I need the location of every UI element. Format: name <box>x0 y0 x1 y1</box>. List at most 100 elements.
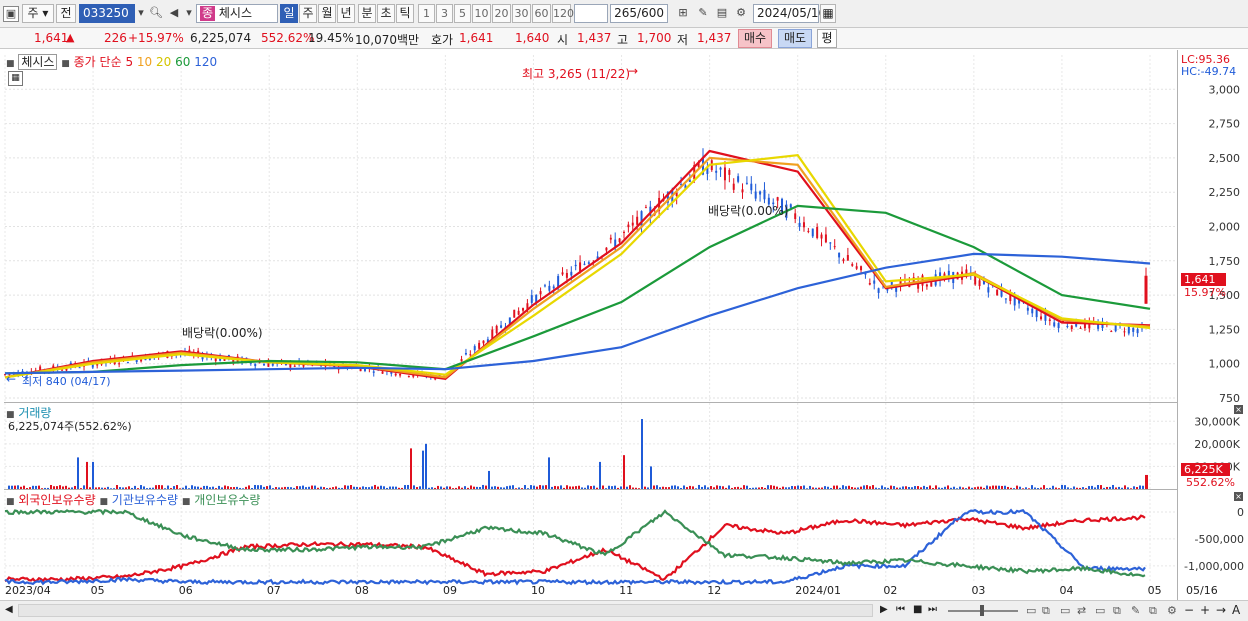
x-axis-label: 2024/01 <box>795 584 841 597</box>
interval-60[interactable]: 60 <box>532 4 551 23</box>
period-day[interactable]: 일 <box>280 4 298 23</box>
candle-body <box>750 183 753 191</box>
layout-icon-1[interactable]: ▭ <box>1026 604 1036 617</box>
dropdown-arrow-icon[interactable]: ▾ <box>134 6 148 20</box>
search-icon[interactable]: 🔍︎ <box>149 6 163 20</box>
period-second[interactable]: 초 <box>377 4 395 23</box>
stock-code-input[interactable]: 033250 <box>79 4 135 23</box>
zoom-slider-thumb[interactable] <box>980 605 984 616</box>
interval-120[interactable]: 120 <box>552 4 574 23</box>
period-tick[interactable]: 틱 <box>396 4 414 23</box>
stop-icon[interactable]: ■ <box>913 604 922 615</box>
layout-icon-3[interactable]: ▭ <box>1060 604 1070 617</box>
volume-panel <box>8 419 1148 489</box>
fast-forward-icon[interactable]: ⏭ <box>928 604 937 615</box>
close-panel-icon[interactable]: × <box>1234 405 1243 414</box>
volume-panel-divider[interactable] <box>4 402 1177 403</box>
close-panel-icon-2[interactable]: × <box>1234 492 1243 501</box>
count-field[interactable]: 265/600 <box>610 4 668 23</box>
candle-body <box>473 346 476 351</box>
zoom-in-icon[interactable]: + <box>1200 603 1210 617</box>
volume-bar <box>650 466 652 489</box>
stock-badge: 종 <box>200 6 216 21</box>
period-week[interactable]: 주 <box>299 4 317 23</box>
indicator-icon[interactable]: ⧉ <box>1113 604 1121 618</box>
candle-body <box>543 285 546 287</box>
custom-interval-input[interactable] <box>574 4 608 23</box>
ma120-label: 120 <box>194 55 218 69</box>
ma-line-20 <box>4 154 1151 379</box>
volume-bar <box>425 443 427 489</box>
crosshair-icon[interactable]: ⊞ <box>676 6 690 20</box>
scroll-right-icon[interactable]: ▶ <box>880 604 888 615</box>
candle-body <box>1057 323 1060 329</box>
institution-holding-label[interactable]: 기관보유수량 <box>112 493 178 507</box>
price-panel-title[interactable]: 체시스 <box>18 54 58 70</box>
candle-body <box>824 234 827 243</box>
evaluate-button[interactable]: 평 <box>817 29 837 48</box>
individual-holding-label[interactable]: 개인보유수량 <box>194 493 260 507</box>
panel-handle-icon-4[interactable]: ■ <box>6 497 15 507</box>
candle-body <box>1097 324 1100 329</box>
candle-body <box>829 242 832 244</box>
candle-body <box>530 295 533 303</box>
dropdown-arrow-icon-2[interactable]: ▾ <box>182 6 196 20</box>
count-value: 265 <box>614 6 638 20</box>
scroll-to-end-icon[interactable]: → <box>1216 603 1226 617</box>
interval-10[interactable]: 10 <box>472 4 491 23</box>
scroll-left-icon[interactable]: ◀ <box>5 604 13 615</box>
zoom-out-icon[interactable]: − <box>1184 603 1194 617</box>
bottom-scrollbar: ◀ ▶ ⏮ ■ ⏭ ▭ ⧉ ▭ ⇄ ▭ ⧉ ✎ ⧉ ⚙ − + → A <box>0 600 1248 621</box>
panel-handle-icon-6[interactable]: ■ <box>182 497 191 507</box>
copy-icon[interactable]: ⧉ <box>1149 604 1157 618</box>
volume-last-tag: 6,225K <box>1181 463 1230 476</box>
settings-gear-icon[interactable]: ⚙ <box>734 6 748 20</box>
interval-1[interactable]: 1 <box>418 4 435 23</box>
holdings-tick-label: -500,000 <box>1195 533 1244 546</box>
table-view-icon[interactable]: ▦ <box>8 71 23 86</box>
candle-body <box>118 363 121 365</box>
interval-5[interactable]: 5 <box>454 4 471 23</box>
ask-label: 호가 <box>431 33 454 47</box>
candle-body <box>407 375 410 377</box>
draw-icon[interactable]: ✎ <box>1131 604 1140 617</box>
x-axis-label: 03 <box>971 584 986 597</box>
scroll-track[interactable] <box>18 604 873 617</box>
font-size-icon[interactable]: A <box>1232 603 1240 617</box>
high-price: 1,700 <box>637 31 672 45</box>
price-tick-label: 2,750 <box>1209 118 1241 131</box>
stock-name-field[interactable]: 종 체시스 <box>196 4 278 23</box>
speaker-icon[interactable]: ◀ <box>167 6 181 20</box>
panel-handle-icon-5[interactable]: ■ <box>99 497 108 507</box>
period-month[interactable]: 월 <box>318 4 336 23</box>
compare-icon[interactable]: ⇄ <box>1077 604 1086 617</box>
date-input[interactable]: 2024/05/16 <box>753 4 826 23</box>
interval-30[interactable]: 30 <box>512 4 531 23</box>
period-minute[interactable]: 분 <box>358 4 376 23</box>
window-menu-icon[interactable]: ▣ <box>3 6 19 22</box>
sell-button[interactable]: 매도 <box>778 29 812 48</box>
save-icon[interactable]: ▤ <box>715 6 729 20</box>
rewind-icon[interactable]: ⏮ <box>896 604 905 615</box>
market-select[interactable]: 주 ▾ <box>22 4 54 23</box>
foreign-holding-label[interactable]: 외국인보유수량 <box>18 493 95 507</box>
interval-3[interactable]: 3 <box>436 4 453 23</box>
candle-body <box>754 191 757 199</box>
candle-body <box>728 169 731 175</box>
interval-20[interactable]: 20 <box>492 4 511 23</box>
panel-handle-icon-2[interactable]: ■ <box>61 59 70 69</box>
scope-button[interactable]: 전 <box>56 4 76 23</box>
buy-button[interactable]: 매수 <box>738 29 772 48</box>
layout-icon-2[interactable]: ⧉ <box>1042 604 1050 618</box>
x-axis-label: 06 <box>178 584 193 597</box>
panel-handle-icon[interactable]: ■ <box>6 59 15 69</box>
holdings-panel-divider[interactable] <box>4 489 1177 490</box>
low-annotation: 최저 840 (04/17) <box>22 375 111 388</box>
period-year[interactable]: 년 <box>337 4 355 23</box>
volume-tick-label: 30,000K <box>1194 415 1240 428</box>
ma-legend-label[interactable]: 종가 단순 <box>74 55 122 69</box>
chart-type-icon[interactable]: ▭ <box>1095 604 1105 617</box>
tools-gear-icon[interactable]: ⚙ <box>1167 604 1177 617</box>
draw-tool-icon[interactable]: ✎ <box>696 6 710 20</box>
calendar-button[interactable]: ▦ <box>820 4 836 23</box>
